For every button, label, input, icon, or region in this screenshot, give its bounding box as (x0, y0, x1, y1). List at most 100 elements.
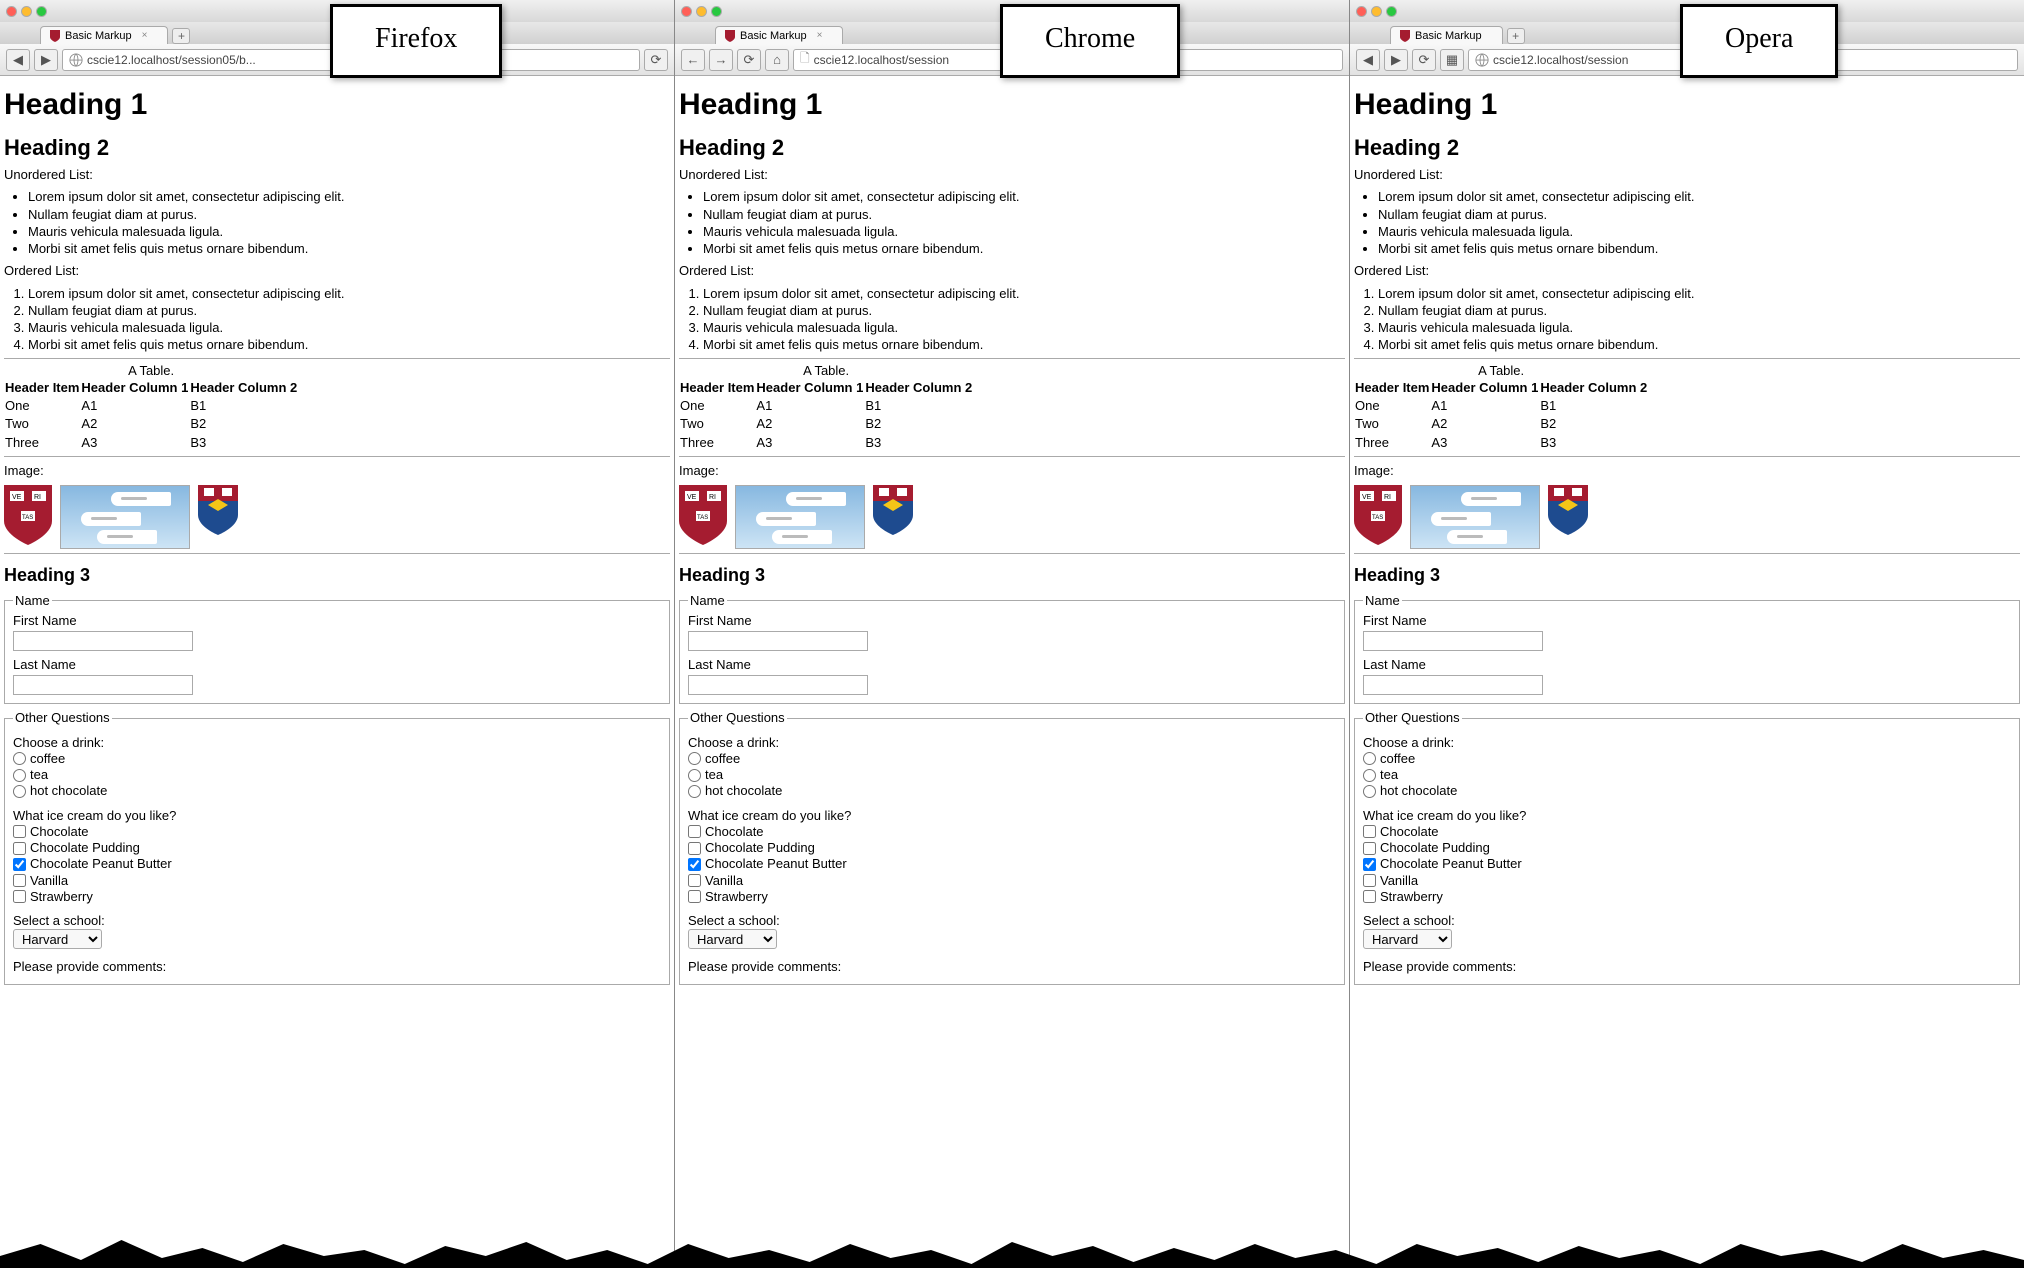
first-name-input[interactable] (13, 631, 193, 651)
name-legend: Name (13, 593, 52, 609)
table-cell: A3 (1430, 434, 1539, 452)
reload-button[interactable]: ⟳ (644, 49, 668, 71)
icecream-checkbox[interactable] (13, 858, 26, 871)
forward-button[interactable]: → (709, 49, 733, 71)
drink-radio[interactable] (688, 785, 701, 798)
icecream-option-label: Vanilla (30, 873, 68, 889)
icecream-checkbox[interactable] (13, 825, 26, 838)
icecream-option-label: Chocolate Peanut Butter (1380, 856, 1522, 872)
table-cell: One (679, 397, 755, 415)
name-legend: Name (1363, 593, 1402, 609)
drink-option-label: tea (705, 767, 723, 783)
drink-radio[interactable] (1363, 769, 1376, 782)
zoom-window-button[interactable] (1386, 6, 1397, 17)
reload-button[interactable]: ⟳ (1412, 49, 1436, 71)
icecream-checkbox[interactable] (1363, 890, 1376, 903)
close-tab-icon[interactable]: × (142, 30, 148, 41)
harvard-shield-favicon (1399, 30, 1411, 42)
back-button[interactable]: ◀ (1356, 49, 1380, 71)
zoom-window-button[interactable] (711, 6, 722, 17)
icecream-checkbox[interactable] (1363, 874, 1376, 887)
comments-label: Please provide comments: (13, 959, 661, 975)
demo-table: A Table.Header ItemHeader Column 1Header… (679, 363, 973, 452)
school-select[interactable]: Harvard (688, 929, 777, 949)
new-tab-button[interactable]: + (172, 28, 190, 44)
minimize-window-button[interactable] (696, 6, 707, 17)
icecream-checkbox[interactable] (13, 890, 26, 903)
icecream-checkbox[interactable] (1363, 825, 1376, 838)
home-button[interactable]: ⌂ (765, 49, 789, 71)
table-cell: A3 (755, 434, 864, 452)
drink-option-label: coffee (1380, 751, 1415, 767)
comments-label: Please provide comments: (1363, 959, 2011, 975)
icecream-checkbox[interactable] (688, 890, 701, 903)
drink-radio[interactable] (1363, 785, 1376, 798)
drink-radio[interactable] (688, 752, 701, 765)
new-tab-button[interactable]: + (1507, 28, 1525, 44)
icecream-checkbox[interactable] (688, 858, 701, 871)
list-item: Nullam feugiat diam at purus. (703, 207, 1345, 223)
table-cell: B2 (864, 415, 973, 433)
last-name-input[interactable] (1363, 675, 1543, 695)
icecream-checkbox[interactable] (1363, 842, 1376, 855)
airplanes-image (1410, 485, 1540, 549)
back-button[interactable]: ← (681, 49, 705, 71)
last-name-input[interactable] (13, 675, 193, 695)
svg-text:VE: VE (687, 494, 697, 501)
harvard-veritas-shield-icon: VERI TAS (4, 485, 52, 545)
speed-dial-button[interactable]: ▦ (1440, 49, 1464, 71)
reload-button[interactable]: ⟳ (737, 49, 761, 71)
minimize-window-button[interactable] (1371, 6, 1382, 17)
svg-text:RI: RI (34, 494, 41, 501)
last-name-label: Last Name (1363, 657, 1426, 672)
list-item: Morbi sit amet felis quis metus ornare b… (703, 241, 1345, 257)
table-cell: One (1354, 397, 1430, 415)
drink-radio[interactable] (1363, 752, 1376, 765)
list-item: Morbi sit amet felis quis metus ornare b… (28, 241, 670, 257)
drink-radio[interactable] (688, 769, 701, 782)
hr (1354, 553, 2020, 554)
harvard-veritas-shield-icon: VERI TAS (679, 485, 727, 545)
image-label: Image: (1354, 463, 2020, 479)
drink-radio[interactable] (13, 785, 26, 798)
drink-radio[interactable] (13, 752, 26, 765)
close-window-button[interactable] (6, 6, 17, 17)
drink-radio[interactable] (13, 769, 26, 782)
table-row: OneA1B1 (1354, 397, 1648, 415)
list-item: Mauris vehicula malesuada ligula. (703, 320, 1345, 336)
back-button[interactable]: ◀ (6, 49, 30, 71)
opera-tab-basic-markup[interactable]: Basic Markup (1390, 26, 1503, 44)
minimize-window-button[interactable] (21, 6, 32, 17)
icecream-checkbox[interactable] (688, 842, 701, 855)
drink-option-label: hot chocolate (1380, 783, 1457, 799)
icecream-checkbox[interactable] (1363, 858, 1376, 871)
icecream-checkbox[interactable] (13, 842, 26, 855)
list-item: Nullam feugiat diam at purus. (28, 303, 670, 319)
close-window-button[interactable] (1356, 6, 1367, 17)
school-select[interactable]: Harvard (13, 929, 102, 949)
icecream-checkbox[interactable] (13, 874, 26, 887)
forward-button[interactable]: ▶ (1384, 49, 1408, 71)
last-name-input[interactable] (688, 675, 868, 695)
drink-option-label: hot chocolate (705, 783, 782, 799)
icecream-option-label: Chocolate Pudding (705, 840, 815, 856)
firefox-tab-basic-markup[interactable]: Basic Markup × (40, 26, 168, 44)
demo-table: A Table.Header ItemHeader Column 1Header… (1354, 363, 1648, 452)
first-name-input[interactable] (1363, 631, 1543, 651)
table-cell: A2 (755, 415, 864, 433)
forward-button[interactable]: ▶ (34, 49, 58, 71)
close-window-button[interactable] (681, 6, 692, 17)
icecream-checkbox[interactable] (688, 825, 701, 838)
zoom-window-button[interactable] (36, 6, 47, 17)
heading-3: Heading 3 (1354, 564, 2020, 587)
airplanes-image (60, 485, 190, 549)
ordered-list: Lorem ipsum dolor sit amet, consectetur … (1378, 286, 2020, 354)
svg-text:TAS: TAS (697, 515, 708, 521)
close-tab-icon[interactable]: × (817, 30, 823, 41)
table-header: Header Column 1 (755, 379, 864, 397)
first-name-input[interactable] (688, 631, 868, 651)
table-header: Header Column 1 (80, 379, 189, 397)
icecream-checkbox[interactable] (688, 874, 701, 887)
chrome-tab-basic-markup[interactable]: Basic Markup × (715, 26, 843, 44)
school-select[interactable]: Harvard (1363, 929, 1452, 949)
